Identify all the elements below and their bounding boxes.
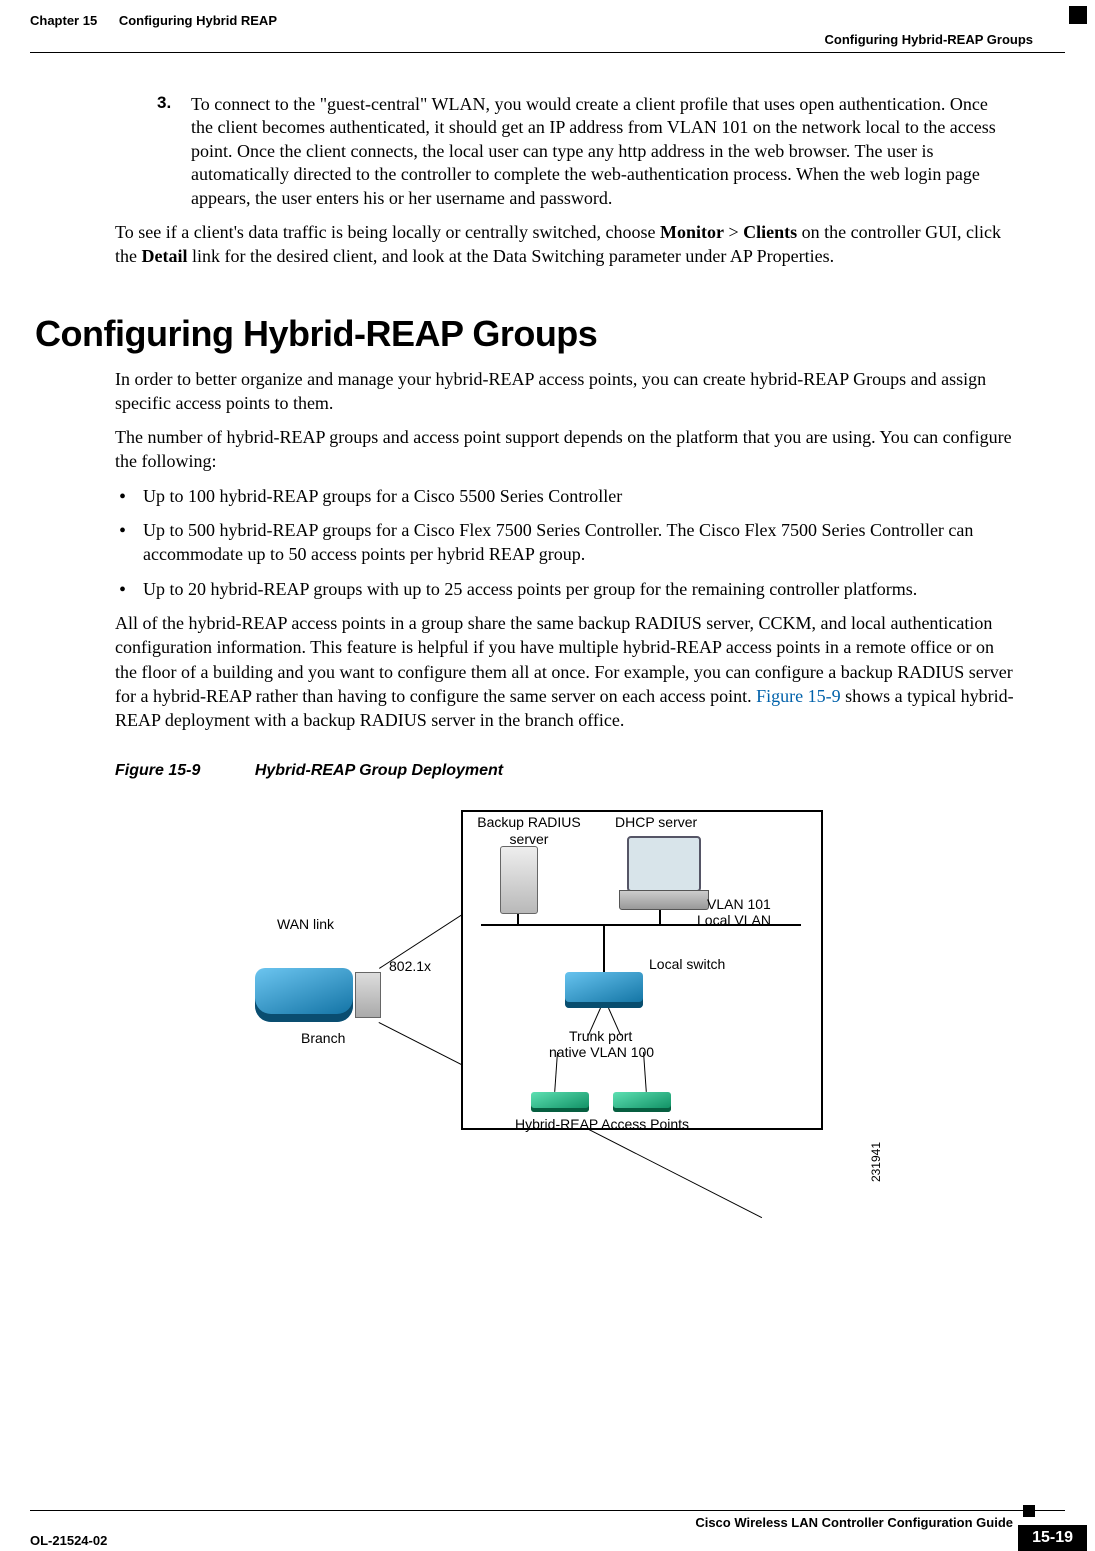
menu-clients: Clients — [743, 222, 797, 242]
figure-title: Hybrid-REAP Group Deployment — [255, 762, 503, 779]
after-bullets-paragraph: All of the hybrid-REAP access points in … — [115, 611, 1020, 732]
page-number: 15-19 — [1018, 1525, 1087, 1551]
router-module-icon — [355, 972, 381, 1018]
figure-crossref[interactable]: Figure 15-9 — [756, 686, 841, 706]
drop-line — [603, 924, 605, 972]
bullet-item: Up to 500 hybrid-REAP groups for a Cisco… — [115, 518, 1020, 567]
desktop-base-icon — [619, 890, 709, 910]
figure-id: 231941 — [869, 1142, 883, 1182]
bullet-item: Up to 100 hybrid-REAP groups for a Cisco… — [115, 484, 1020, 508]
access-point-icon — [531, 1092, 589, 1112]
label-backup-radius: Backup RADIUS server — [469, 814, 589, 846]
label-dhcp-server: DHCP server — [615, 814, 697, 830]
label-hreap-aps: Hybrid-REAP Access Points — [515, 1116, 689, 1132]
section-breadcrumb: Configuring Hybrid-REAP Groups — [825, 32, 1033, 47]
figure-number: Figure 15-9 — [115, 762, 200, 779]
text-run: > — [724, 222, 743, 242]
label-native-vlan: native VLAN 100 — [549, 1044, 654, 1060]
label-trunk-port: Trunk port — [569, 1028, 632, 1044]
drop-line — [659, 908, 661, 924]
chapter-ref: Chapter 15 Configuring Hybrid REAP — [30, 13, 277, 28]
drop-line — [517, 912, 519, 924]
footer-marker — [1023, 1505, 1035, 1517]
intro-para-2: The number of hybrid-REAP groups and acc… — [115, 425, 1020, 474]
menu-monitor: Monitor — [660, 222, 724, 242]
chapter-number: Chapter 15 — [30, 13, 97, 28]
followup-paragraph: To see if a client's data traffic is bei… — [115, 220, 1020, 269]
figure-caption: Figure 15-9 Hybrid-REAP Group Deployment — [115, 762, 1020, 780]
label-local-vlan: Local VLAN — [697, 912, 771, 928]
bullet-item: Up to 20 hybrid-REAP groups with up to 2… — [115, 577, 1020, 601]
label-wan-link: WAN link — [277, 916, 334, 932]
link-detail: Detail — [142, 246, 188, 266]
running-header: Chapter 15 Configuring Hybrid REAP Confi… — [30, 0, 1065, 53]
text-run: link for the desired client, and look at… — [187, 246, 834, 266]
switch-icon — [565, 972, 643, 1008]
figure-diagram: WAN link 802.1x Branch Backup RADIUS ser… — [235, 796, 875, 1156]
intro-para-1: In order to better organize and manage y… — [115, 367, 1020, 416]
server-icon — [500, 846, 538, 914]
corner-marker — [1069, 6, 1087, 24]
document-number: OL-21524-02 — [30, 1533, 107, 1548]
label-branch: Branch — [301, 1030, 345, 1046]
text-run: To see if a client's data traffic is bei… — [115, 222, 660, 242]
chapter-title: Configuring Hybrid REAP — [119, 13, 277, 28]
router-icon — [255, 968, 353, 1022]
label-vlan-101: VLAN 101 — [707, 896, 771, 912]
step-3: 3. To connect to the "guest-central" WLA… — [157, 93, 1020, 210]
monitor-icon — [627, 836, 701, 892]
step-text: To connect to the "guest-central" WLAN, … — [191, 93, 1011, 210]
label-802-1x: 802.1x — [389, 958, 431, 974]
body-content: 3. To connect to the "guest-central" WLA… — [75, 93, 1020, 1156]
bullet-list: Up to 100 hybrid-REAP groups for a Cisco… — [115, 484, 1020, 601]
book-title: Cisco Wireless LAN Controller Configurat… — [30, 1515, 1013, 1530]
section-heading: Configuring Hybrid-REAP Groups — [35, 313, 1020, 355]
running-footer: Cisco Wireless LAN Controller Configurat… — [30, 1510, 1065, 1530]
page: Chapter 15 Configuring Hybrid REAP Confi… — [0, 0, 1095, 1548]
access-point-icon — [613, 1092, 671, 1112]
step-number: 3. — [157, 93, 187, 113]
label-local-switch: Local switch — [649, 956, 725, 972]
